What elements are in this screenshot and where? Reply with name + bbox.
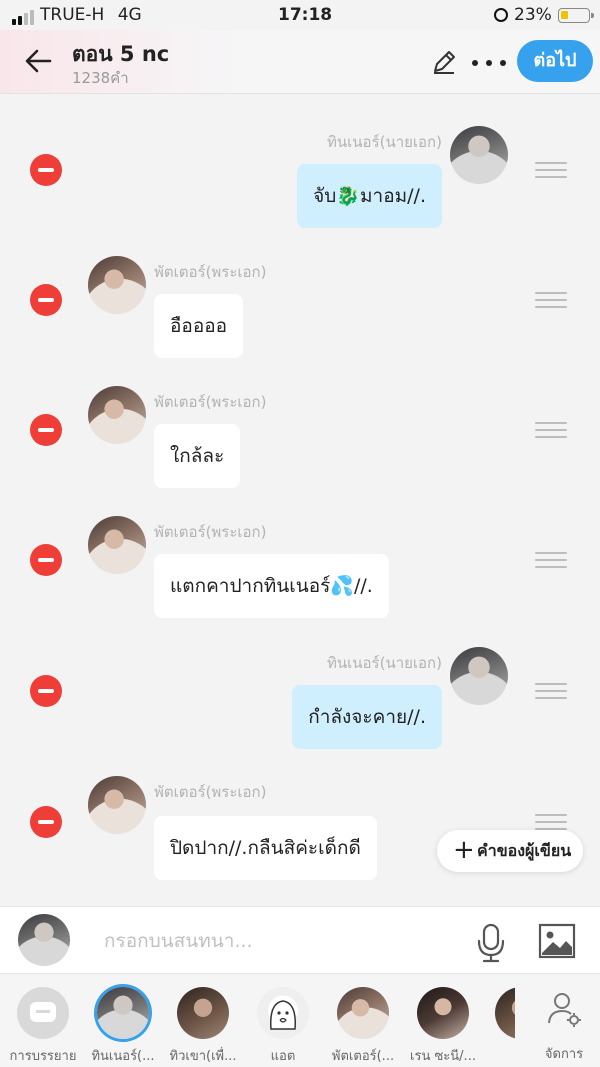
character-label: ทินเนอร์(... (91, 1049, 155, 1064)
drag-handle-icon[interactable] (535, 162, 567, 178)
avatar (88, 256, 146, 314)
mascot-icon (270, 1000, 296, 1030)
avatar (88, 776, 146, 834)
message-input[interactable] (104, 925, 434, 957)
speaker-name: ทินเนอร์(นายเอก) (327, 654, 442, 672)
speaker-name: พัตเตอร์(พระเอก) (154, 523, 267, 541)
image-icon[interactable] (538, 923, 576, 959)
manage-characters-button[interactable]: จัดการ (540, 989, 588, 1062)
status-bar: TRUE-H 4G 17:18 23% (0, 0, 600, 30)
character-chip[interactable]: เรน ซะนี/... (410, 987, 476, 1064)
drag-handle-icon[interactable] (535, 422, 567, 438)
avatar (417, 987, 469, 1039)
rotation-lock-icon (494, 8, 508, 22)
message-bubble[interactable]: กำลังจะคาย//. (292, 685, 442, 749)
author-note-button[interactable]: + คำของผู้เขียน (437, 830, 583, 872)
character-label: พัตเตอร์(... (331, 1049, 395, 1064)
message-row[interactable]: ทินเนอร์(นายเอก) กำลังจะคาย//. (0, 631, 600, 761)
message-bubble[interactable]: จับ🐉มาอม//. (297, 164, 442, 228)
message-bubble[interactable]: ปิดปาก//.กลืนสิค่ะเด็กดี (154, 816, 377, 880)
minus-circle-icon[interactable] (30, 806, 62, 838)
avatar (177, 987, 229, 1039)
message-row[interactable]: พัตเตอร์(พระเอก) ใกล้ละ (0, 370, 600, 500)
avatar (337, 987, 389, 1039)
minus-circle-icon[interactable] (30, 675, 62, 707)
manage-label: จัดการ (544, 1047, 584, 1062)
drag-handle-icon[interactable] (535, 683, 567, 699)
message-row[interactable]: ทินเนอร์(นายเอก) จับ🐉มาอม//. (0, 110, 600, 240)
character-chip[interactable]: ทินเนอร์(... (91, 987, 155, 1064)
drag-handle-icon[interactable] (535, 814, 567, 830)
message-bubble[interactable]: อืออออ (154, 294, 244, 358)
arrow-left-icon[interactable] (22, 44, 56, 78)
drag-handle-icon[interactable] (535, 552, 567, 568)
microphone-icon[interactable] (476, 923, 506, 963)
message-bubble[interactable]: ใกล้ละ (154, 424, 241, 488)
header: ตอน 5 nc 1238คำ ต่อไป (0, 30, 600, 94)
current-speaker-avatar[interactable] (18, 914, 70, 966)
word-count: 1238คำ (72, 69, 129, 87)
character-chip[interactable]: แอต (255, 987, 311, 1064)
carrier-label: TRUE-H 4G (40, 5, 142, 25)
speaker-name: พัตเตอร์(พระเอก) (154, 263, 267, 281)
avatar (450, 647, 508, 705)
speaker-name: พัตเตอร์(พระเอก) (154, 783, 267, 801)
clock: 17:18 (278, 5, 333, 25)
next-button[interactable]: ต่อไป (517, 40, 593, 82)
character-chip-partial[interactable] (495, 987, 515, 1039)
avatar (88, 516, 146, 574)
character-label: การบรรยาย (9, 1049, 77, 1064)
avatar (88, 386, 146, 444)
message-bubble[interactable]: แตกคาปากทินเนอร์💦//. (154, 554, 389, 618)
character-narration[interactable]: การบรรยาย (10, 987, 76, 1064)
more-dots-icon[interactable] (472, 60, 506, 66)
author-note-label: คำของผู้เขียน (477, 841, 572, 860)
character-label: แอต (270, 1049, 296, 1064)
message-input-bar (0, 906, 600, 974)
speaker-name: พัตเตอร์(พระเอก) (154, 393, 267, 411)
plus-icon: + (453, 835, 475, 865)
message-row[interactable]: พัตเตอร์(พระเอก) อืออออ (0, 240, 600, 370)
minus-circle-icon[interactable] (30, 544, 62, 576)
avatar (97, 987, 149, 1039)
battery-icon (558, 8, 594, 23)
minus-circle-icon[interactable] (30, 154, 62, 186)
minus-circle-icon[interactable] (30, 284, 62, 316)
message-row[interactable]: พัตเตอร์(พระเอก) แตกคาปากทินเนอร์💦//. (0, 500, 600, 630)
chat-bubble-icon (17, 987, 69, 1039)
avatar (495, 987, 515, 1039)
character-label: ทิวเขา(เพื่... (169, 1049, 237, 1064)
user-gear-icon (548, 993, 581, 1027)
character-selector: การบรรยาย ทินเนอร์(... ทิวเขา(เพื่... แอ… (0, 975, 600, 1067)
drag-handle-icon[interactable] (535, 292, 567, 308)
minus-circle-icon[interactable] (30, 414, 62, 446)
character-chip[interactable]: พัตเตอร์(... (332, 987, 394, 1064)
pencil-icon[interactable] (430, 48, 458, 76)
battery-percent: 23% (514, 5, 552, 25)
character-label: เรน ซะนี/... (410, 1049, 476, 1064)
signal-icon (12, 10, 34, 25)
avatar (450, 126, 508, 184)
speaker-name: ทินเนอร์(นายเอก) (327, 133, 442, 151)
avatar (257, 987, 309, 1039)
character-chip[interactable]: ทิวเขา(เพื่... (170, 987, 236, 1064)
